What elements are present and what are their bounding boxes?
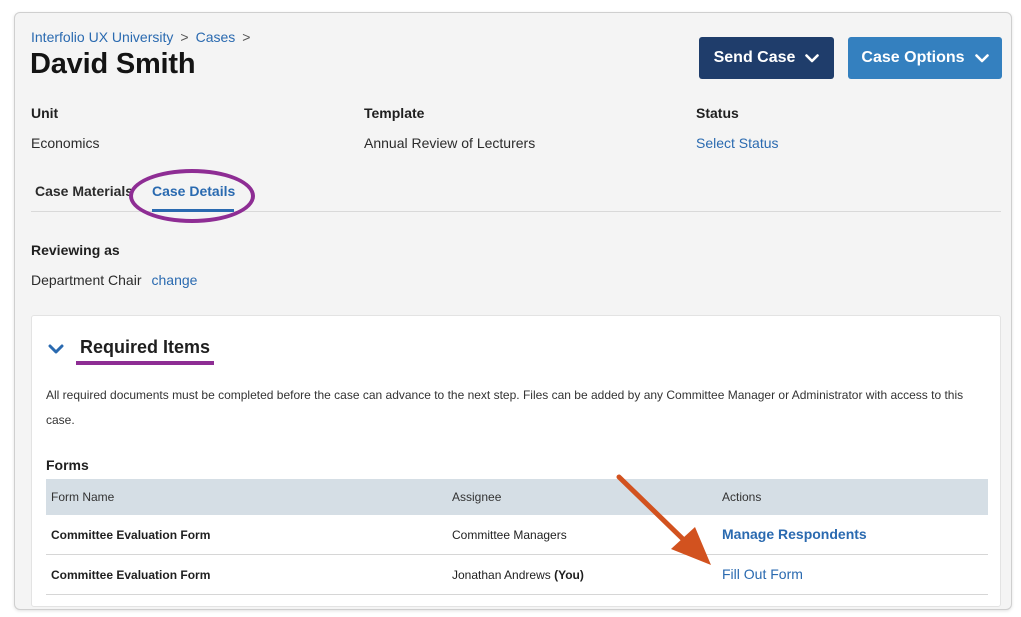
- chevron-down-icon: [974, 53, 989, 62]
- chevron-down-icon[interactable]: [48, 344, 64, 354]
- column-header-form-name: Form Name: [51, 490, 115, 504]
- assignee: Committee Managers: [452, 528, 567, 542]
- forms-table: Form Name Assignee Actions Committee Eva…: [46, 479, 988, 595]
- annotation-underline: [76, 361, 214, 365]
- required-items-description: All required documents must be completed…: [46, 388, 964, 427]
- template-label: Template: [364, 105, 425, 121]
- change-role-link[interactable]: change: [152, 272, 198, 288]
- unit-value: Economics: [31, 135, 100, 151]
- unit-label: Unit: [31, 105, 59, 121]
- case-options-label: Case Options: [861, 49, 965, 66]
- breadcrumb-cases[interactable]: Cases: [196, 29, 236, 45]
- breadcrumb: Interfolio UX University > Cases >: [31, 29, 257, 45]
- forms-heading: Forms: [46, 457, 89, 473]
- reviewing-as-label: Reviewing as: [31, 242, 120, 258]
- send-case-button[interactable]: Send Case: [699, 37, 834, 79]
- required-items-panel: Required Items All required documents mu…: [31, 315, 1001, 607]
- breadcrumb-university[interactable]: Interfolio UX University: [31, 29, 173, 45]
- status-label: Status: [696, 105, 739, 121]
- tab-case-materials[interactable]: Case Materials: [35, 183, 133, 199]
- template-value: Annual Review of Lecturers: [364, 135, 536, 151]
- required-items-title: Required Items: [80, 337, 211, 357]
- fill-out-form-link[interactable]: Fill Out Form: [722, 566, 803, 582]
- column-header-assignee: Assignee: [452, 490, 502, 504]
- manage-respondents-link[interactable]: Manage Respondents: [722, 526, 867, 542]
- table-row: Committee Evaluation Form Jonathan Andre…: [46, 555, 988, 595]
- arrow-annotation-icon: [616, 474, 711, 565]
- table-row: Committee Evaluation Form Committee Mana…: [46, 515, 988, 555]
- breadcrumb-separator: >: [180, 29, 189, 45]
- send-case-label: Send Case: [713, 49, 796, 66]
- case-page: Interfolio UX University > Cases > David Sm…: [14, 12, 1012, 610]
- assignee-you-badge: (You): [554, 568, 584, 582]
- reviewing-as-value: Department Chair change: [31, 272, 197, 288]
- page-title: David Smith: [30, 48, 196, 80]
- select-status-link[interactable]: Select Status: [696, 135, 779, 151]
- table-header: Form Name Assignee Actions: [46, 479, 988, 515]
- assignee-name: Jonathan Andrews: [452, 568, 551, 582]
- case-options-button[interactable]: Case Options: [848, 37, 1002, 79]
- breadcrumb-separator: >: [242, 29, 251, 45]
- form-name: Committee Evaluation Form: [51, 528, 211, 542]
- form-name: Committee Evaluation Form: [51, 568, 211, 582]
- chevron-down-icon: [805, 53, 820, 62]
- assignee: Jonathan Andrews (You): [452, 568, 584, 582]
- annotation-circle: [129, 169, 255, 223]
- column-header-actions: Actions: [722, 490, 762, 504]
- reviewer-role: Department Chair: [31, 272, 142, 288]
